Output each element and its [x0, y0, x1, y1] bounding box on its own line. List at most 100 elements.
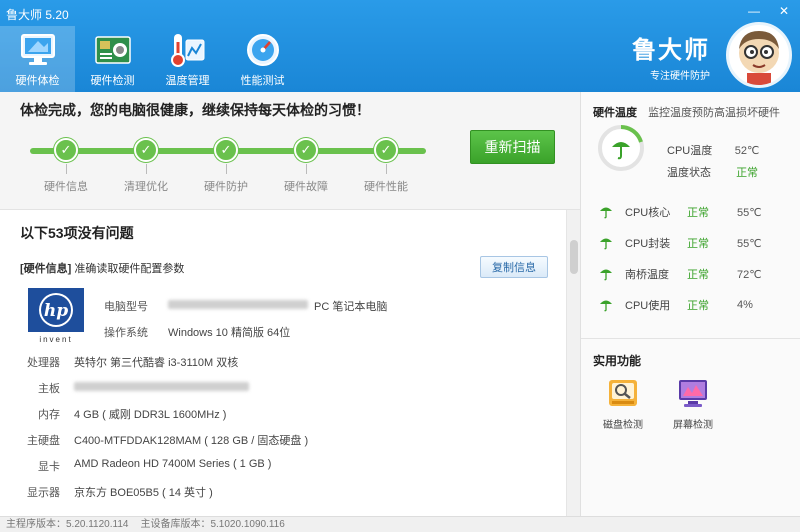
- metric-value: 55℃: [737, 237, 762, 250]
- spec-value: AMD Radeon HD 7400M Series ( 1 GB ): [74, 458, 272, 470]
- screen-check-icon: [679, 380, 707, 407]
- metric-label: 南桥温度: [625, 269, 669, 281]
- copy-info-button[interactable]: 复制信息: [480, 256, 548, 278]
- metric-status: 正常: [687, 269, 709, 281]
- metric-southbridge: 南桥温度 正常 72℃: [599, 266, 777, 282]
- step-hardware-info: ✓ 硬件信息: [36, 138, 96, 194]
- cpu-temp-value: 52℃: [734, 145, 760, 157]
- spec-value: 4 GB ( 威刚 DDR3L 1600MHz ): [74, 409, 227, 421]
- metric-value: 72℃: [737, 268, 762, 281]
- main-version: 主程序版本：5.20.1120.114: [6, 519, 129, 530]
- db-version: 主设备库版本：5.1020.1090.116: [140, 519, 285, 530]
- umbrella-icon: [600, 300, 612, 312]
- temperature-subtitle: 监控温度预防高温损坏硬件: [648, 107, 781, 119]
- step-label: 硬件信息: [44, 181, 88, 193]
- temperature-header: 硬件温度 监控温度预防高温损坏硬件: [593, 104, 780, 120]
- spec-label: 主硬盘: [27, 435, 60, 447]
- main-nav: 硬件体检 硬件检测 温度管理 性能测试: [0, 26, 300, 92]
- main-panel: 体检完成，您的电脑很健康，继续保持每天体检的习惯！ ✓ 硬件信息 ✓ 清理优化 …: [0, 92, 580, 516]
- check-icon: ✓: [374, 138, 398, 162]
- spec-value: 英特尔 第三代酷睿 i3-3110M 双核: [74, 357, 239, 369]
- circuit-board-icon: [94, 36, 131, 64]
- metric-cpu-core: CPU核心 正常 55℃: [599, 204, 777, 220]
- check-icon: ✓: [214, 138, 238, 162]
- os-value: Windows 10 精简版 64位: [168, 327, 291, 339]
- metric-status: 正常: [687, 207, 709, 219]
- scroll-thumb[interactable]: [570, 240, 578, 274]
- rescan-button[interactable]: 重新扫描: [470, 130, 555, 164]
- screen-check-button[interactable]: 屏幕检测: [663, 376, 723, 431]
- logo-mark: hp: [44, 301, 68, 321]
- brand-name: 鲁大师: [632, 37, 710, 64]
- tab-temperature[interactable]: 温度管理: [150, 26, 225, 92]
- close-button[interactable]: ✕: [774, 4, 794, 18]
- spec-row: 主硬盘 C400-MTFDDAK128MAM ( 128 GB / 固态硬盘 ): [0, 432, 308, 448]
- model-row: 电脑型号 PC 笔记本电脑: [104, 298, 387, 314]
- tab-performance[interactable]: 性能测试: [225, 26, 300, 92]
- tab-hardware-checkup[interactable]: 硬件体检: [0, 26, 75, 92]
- spec-row: 内存 4 GB ( 威刚 DDR3L 1600MHz ): [0, 406, 226, 422]
- app-title: 鲁大师 5.20: [6, 8, 69, 22]
- function-label: 屏幕检测: [673, 420, 713, 431]
- tab-label: 性能测试: [240, 75, 285, 87]
- title-bar: 鲁大师 5.20 — ✕ 硬件体检 硬件检测 温度管理 性能测试 鲁大师 专注硬…: [0, 0, 800, 92]
- mascot-avatar[interactable]: [726, 22, 792, 88]
- step-cleanup: ✓ 清理优化: [116, 138, 176, 194]
- tab-label: 硬件检测: [90, 75, 135, 87]
- spec-label: 主板: [38, 383, 60, 395]
- spec-row: 显卡 AMD Radeon HD 7400M Series ( 1 GB ): [0, 458, 271, 474]
- check-icon: ✓: [294, 138, 318, 162]
- results-scrollbar[interactable]: [566, 210, 580, 516]
- cpu-temperature-info: CPU温度 52℃ 温度状态 正常: [667, 140, 759, 184]
- metric-cpu-package: CPU封装 正常 55℃: [599, 235, 777, 251]
- results-title: 以下53项没有问题: [20, 225, 134, 241]
- temperature-gauge-icon: [598, 125, 644, 171]
- step-performance: ✓ 硬件性能: [356, 138, 416, 194]
- metric-cpu-usage: CPU使用 正常 4%: [599, 297, 777, 313]
- step-label: 硬件故障: [284, 181, 328, 193]
- step-label: 硬件性能: [364, 181, 408, 193]
- results-content: 以下53项没有问题 [硬件信息] 准确读取硬件配置参数 复制信息 hp inve…: [0, 210, 566, 516]
- minimize-button[interactable]: —: [744, 4, 764, 18]
- metric-label: CPU封装: [625, 238, 671, 250]
- logo-text: invent: [39, 335, 72, 344]
- spec-row: 主板: [0, 380, 249, 396]
- spec-row: 处理器 英特尔 第三代酷睿 i3-3110M 双核: [0, 354, 238, 370]
- model-suffix: PC 笔记本电脑: [314, 301, 388, 313]
- tab-label: 温度管理: [165, 75, 210, 87]
- metric-value: 4%: [737, 299, 753, 311]
- hardware-info-tag: [硬件信息]: [20, 263, 72, 275]
- umbrella-icon: [600, 207, 612, 219]
- status-bar: 主程序版本：5.20.1120.114 主设备库版本：5.1020.1090.1…: [0, 516, 800, 532]
- thermometer-icon: [170, 34, 204, 67]
- panel-divider: [581, 338, 800, 339]
- hardware-info-desc: 准确读取硬件配置参数: [74, 263, 185, 275]
- spec-label: 处理器: [27, 357, 60, 369]
- step-label: 硬件防护: [204, 181, 248, 193]
- disk-check-button[interactable]: 磁盘检测: [593, 376, 653, 431]
- step-faults: ✓ 硬件故障: [276, 138, 336, 194]
- hardware-info-heading: [硬件信息] 准确读取硬件配置参数: [20, 260, 184, 276]
- metric-status: 正常: [687, 238, 709, 250]
- window-controls: — ✕: [744, 4, 794, 18]
- function-label: 磁盘检测: [603, 420, 643, 431]
- tab-label: 硬件体检: [15, 75, 60, 87]
- redacted-model: [168, 300, 308, 309]
- spec-value: 京东方 BOE05B5 ( 14 英寸 ): [74, 487, 213, 499]
- mascot-icon: [739, 31, 779, 85]
- metric-value: 55℃: [737, 206, 762, 219]
- monitor-icon: [20, 34, 55, 65]
- side-panel: 硬件温度 监控温度预防高温损坏硬件 CPU温度 52℃ 温度状态 正常 CPU核…: [580, 92, 800, 516]
- redacted-mainboard: [74, 382, 249, 391]
- os-row: 操作系统 Windows 10 精简版 64位: [104, 324, 290, 340]
- metric-label: CPU使用: [625, 300, 671, 312]
- speedometer-icon: [246, 34, 279, 66]
- step-protection: ✓ 硬件防护: [196, 138, 256, 194]
- spec-value: C400-MTFDDAK128MAM ( 128 GB / 固态硬盘 ): [74, 435, 309, 447]
- tab-hardware-detection[interactable]: 硬件检测: [75, 26, 150, 92]
- utilities-title: 实用功能: [593, 354, 642, 368]
- spec-label: 显卡: [38, 461, 60, 473]
- os-label: 操作系统: [104, 327, 148, 339]
- umbrella-icon: [600, 238, 612, 250]
- metric-status: 正常: [687, 300, 709, 312]
